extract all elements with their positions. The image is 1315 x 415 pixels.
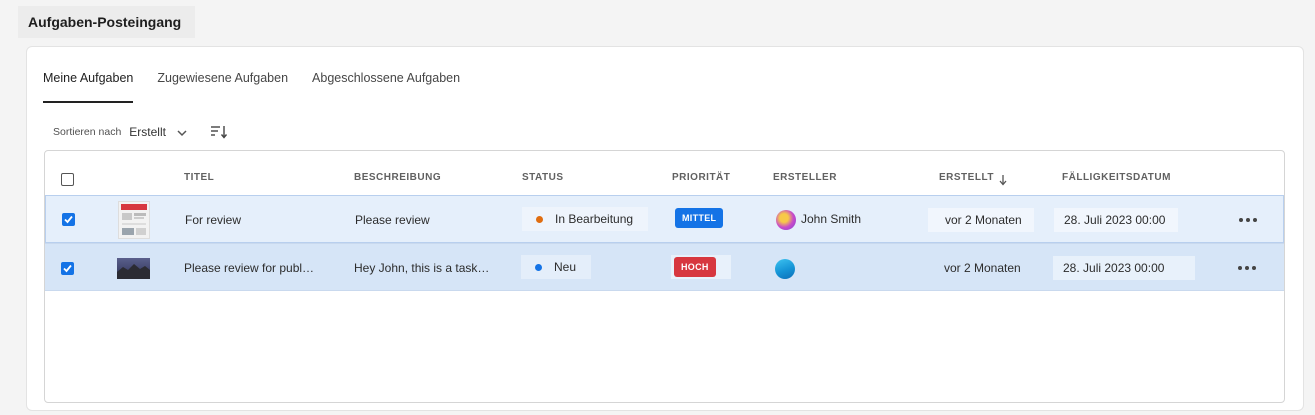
status-dot: [535, 263, 542, 271]
column-header-created[interactable]: ERSTELLT: [939, 172, 994, 183]
due-date: 28. Juli 2023 00:00: [1064, 213, 1166, 227]
status-chip: Neu: [521, 255, 591, 279]
due-date: 28. Juli 2023 00:00: [1063, 261, 1165, 275]
select-all-checkbox[interactable]: [61, 173, 74, 186]
status-text: In Bearbeitung: [555, 212, 634, 226]
status-text: Neu: [554, 260, 577, 274]
tab-my-tasks[interactable]: Meine Aufgaben: [43, 67, 134, 103]
more-actions-icon[interactable]: [1239, 215, 1259, 225]
sort-order-icon[interactable]: [210, 125, 228, 139]
task-title[interactable]: For review: [185, 213, 241, 227]
tab-assigned-tasks[interactable]: Zugewiesene Aufgaben: [157, 67, 288, 103]
page-header: Aufgaben-Posteingang: [18, 6, 196, 38]
column-header-description[interactable]: BESCHREIBUNG: [354, 172, 441, 183]
table-row[interactable]: Please review for publ… Hey John, this i…: [45, 243, 1284, 291]
sort-descending-icon[interactable]: [998, 173, 1008, 191]
tab-bar: Meine Aufgaben Zugewiesene Aufgaben Abge…: [43, 67, 484, 103]
avatar: [776, 210, 796, 230]
priority-badge: HOCH: [674, 257, 716, 277]
column-header-status[interactable]: STATUS: [522, 172, 564, 183]
sort-dropdown[interactable]: Erstellt: [129, 125, 166, 139]
column-header-due-date[interactable]: FÄLLIGKEITSDATUM: [1062, 172, 1171, 183]
status-dot: [536, 215, 543, 223]
created-date: vor 2 Monaten: [945, 213, 1022, 227]
task-title[interactable]: Please review for publ…: [184, 261, 314, 275]
tab-completed-tasks[interactable]: Abgeschlossene Aufgaben: [312, 67, 460, 103]
row-checkbox[interactable]: [62, 213, 75, 226]
tasks-panel: Meine Aufgaben Zugewiesene Aufgaben Abge…: [26, 46, 1304, 411]
chevron-down-icon[interactable]: [176, 126, 188, 138]
task-thumbnail: [117, 258, 150, 279]
creator-name: John Smith: [801, 212, 862, 226]
status-chip: In Bearbeitung: [522, 207, 648, 231]
page-title: Aufgaben-Posteingang: [28, 14, 182, 30]
avatar: [775, 259, 795, 279]
task-description: Please review: [355, 213, 430, 227]
column-header-title[interactable]: TITEL: [184, 172, 214, 183]
priority-badge: MITTEL: [675, 208, 724, 228]
table-header: TITEL BESCHREIBUNG STATUS PRIORITÄT ERST…: [45, 151, 1284, 195]
sort-bar: Sortieren nach Erstellt: [53, 123, 228, 141]
tasks-table: TITEL BESCHREIBUNG STATUS PRIORITÄT ERST…: [44, 150, 1285, 403]
column-header-creator[interactable]: ERSTELLER: [773, 172, 837, 183]
table-row[interactable]: For review Please review In Bearbeitung …: [45, 195, 1284, 243]
more-actions-icon[interactable]: [1238, 263, 1258, 273]
task-description: Hey John, this is a task…: [354, 261, 490, 275]
sort-label: Sortieren nach: [53, 126, 122, 138]
column-header-priority[interactable]: PRIORITÄT: [672, 172, 730, 183]
created-date: vor 2 Monaten: [944, 261, 1021, 275]
row-checkbox[interactable]: [61, 262, 74, 275]
task-thumbnail: [118, 201, 150, 239]
